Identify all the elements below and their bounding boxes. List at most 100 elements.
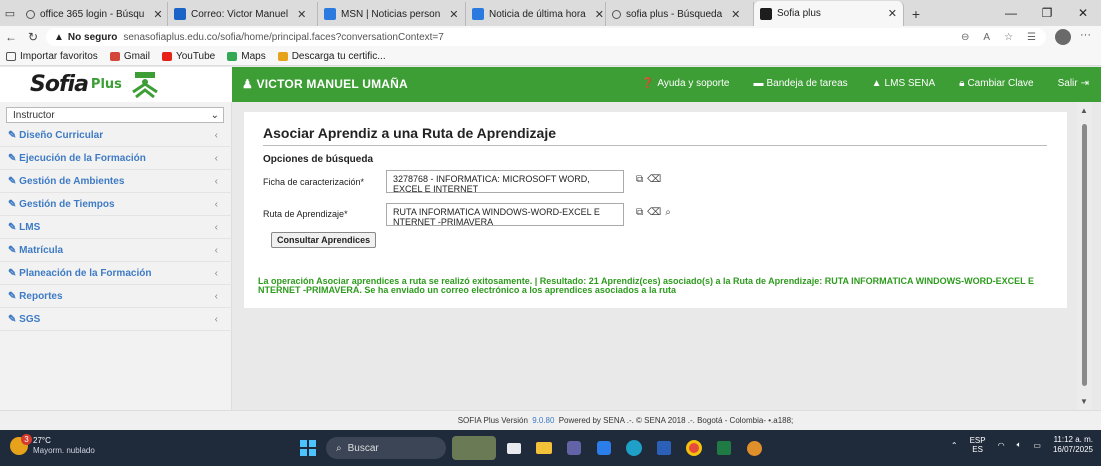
ficha-field[interactable]: 3278768 - INFORMATICA: MICROSOFT WORD, E…: [386, 170, 624, 194]
close-icon[interactable]: ✕: [595, 8, 604, 21]
edit-icon: ✎: [8, 152, 17, 164]
task-view-icon[interactable]: [502, 436, 526, 460]
back-icon[interactable]: ←: [0, 26, 22, 48]
ruta-field[interactable]: RUTA INFORMATICA WINDOWS-WORD-EXCEL E NT…: [386, 203, 624, 227]
weather-widget[interactable]: 3 27°C Mayorm. nublado: [10, 434, 95, 456]
notification-badge: 3: [21, 434, 32, 445]
profile-avatar[interactable]: [1055, 29, 1071, 45]
sidebar-item-matricula[interactable]: ✎ Matrícula ‹: [0, 239, 232, 262]
close-icon[interactable]: ✕: [731, 8, 740, 21]
sidebar-item-planeacion[interactable]: ✎ Planeación de la Formación ‹: [0, 262, 232, 285]
scroll-down-icon[interactable]: ▼: [1080, 397, 1088, 406]
edit-icon: ✎: [8, 221, 17, 233]
clear-icon[interactable]: ⌫: [647, 174, 661, 185]
sidebar-item-ejecucion[interactable]: ✎ Ejecución de la Formación ‹: [0, 147, 232, 170]
bookmark-youtube[interactable]: YouTube: [161, 51, 215, 62]
change-password-link[interactable]: 🔒︎ Cambiar Clave: [959, 78, 1033, 89]
select-icon[interactable]: ⧉: [636, 207, 643, 218]
chevron-left-icon: ‹: [214, 129, 218, 141]
sidebar-item-sgs[interactable]: ✎ SGS ‹: [0, 308, 232, 331]
select-icon[interactable]: ⧉: [636, 174, 643, 185]
more-options-icon[interactable]: ···: [1080, 29, 1091, 41]
site-header: Sofia Plus ♟ VICTOR MANUEL UMAÑA ❓ Ayuda …: [0, 67, 1101, 102]
windows-start-icon[interactable]: [296, 436, 320, 460]
widgets-icon[interactable]: [452, 436, 496, 460]
close-window-icon[interactable]: ✕: [1065, 0, 1101, 26]
page-scrollbar[interactable]: ▲ ▼: [1077, 102, 1092, 410]
taskbar-search[interactable]: ⌕ Buscar: [326, 437, 446, 459]
help-link[interactable]: ❓ Ayuda y soporte: [642, 78, 730, 89]
browser-tab[interactable]: Correo: Victor Manuel ✕: [168, 2, 318, 26]
sidebar-item-diseno-curricular[interactable]: ✎ Diseño Curricular ‹: [0, 124, 232, 147]
favorites-list-icon[interactable]: ☰: [1027, 32, 1036, 43]
help-icon: ❓: [641, 78, 655, 89]
youtube-icon: [161, 52, 172, 61]
teams-icon[interactable]: [562, 436, 586, 460]
zoom-icon[interactable]: ⊖: [961, 32, 969, 43]
battery-icon[interactable]: ▭: [1033, 441, 1041, 450]
restore-icon[interactable]: ❐: [1029, 0, 1065, 26]
address-bar: ← ↻ ▲ No seguro senasofiaplus.edu.co/sof…: [0, 26, 1101, 48]
excel-icon[interactable]: [712, 436, 736, 460]
browser-tab[interactable]: Noticia de última hora ✕: [466, 2, 606, 26]
bookmark-certificate[interactable]: Descarga tu certific...: [277, 51, 386, 62]
graduation-icon: ▲: [871, 78, 882, 89]
edge-icon[interactable]: [622, 436, 646, 460]
role-select[interactable]: Instructor ⌄: [6, 107, 224, 123]
close-icon[interactable]: ✕: [888, 7, 897, 20]
page-title: Asociar Aprendiz a una Ruta de Aprendiza…: [263, 125, 557, 141]
scroll-thumb[interactable]: [1082, 124, 1087, 386]
search-icon: ⌕: [336, 442, 342, 454]
browser-tab[interactable]: office 365 login - Búsqu ✕: [20, 2, 168, 26]
scroll-up-icon[interactable]: ▲: [1080, 106, 1088, 115]
tab-actions-icon[interactable]: ▭: [0, 0, 20, 26]
bookmark-import[interactable]: Importar favoritos: [6, 51, 98, 62]
import-icon: [6, 52, 16, 61]
minimize-icon[interactable]: —: [993, 0, 1029, 26]
wifi-icon[interactable]: ◠: [998, 441, 1005, 450]
sidebar-item-reportes[interactable]: ✎ Reportes ‹: [0, 285, 232, 308]
bookmark-maps[interactable]: Maps: [227, 51, 266, 62]
search-icon[interactable]: ⌕: [665, 207, 671, 218]
chrome-icon[interactable]: [682, 436, 706, 460]
file-explorer-icon[interactable]: [532, 436, 556, 460]
clock[interactable]: 11:12 a. m. 16/07/2025: [1053, 435, 1093, 455]
sofia-plus-logo[interactable]: Sofia Plus: [0, 67, 232, 102]
close-icon[interactable]: ✕: [297, 8, 306, 21]
sidebar-item-tiempos[interactable]: ✎ Gestión de Tiempos ‹: [0, 193, 232, 216]
consult-learners-button[interactable]: Consultar Aprendices: [271, 232, 377, 248]
title-divider: [263, 145, 1047, 146]
tasks-link[interactable]: ▬ Bandeja de tareas: [753, 78, 847, 89]
chevron-left-icon: ‹: [214, 313, 218, 325]
browser-tab[interactable]: MSN | Noticias person ✕: [318, 2, 466, 26]
edit-icon: ✎: [8, 267, 17, 279]
bookmark-gmail[interactable]: Gmail: [109, 51, 150, 62]
url-field[interactable]: ▲ No seguro senasofiaplus.edu.co/sofia/h…: [46, 28, 1046, 46]
close-icon[interactable]: ✕: [449, 8, 458, 21]
word-icon[interactable]: [652, 436, 676, 460]
edit-icon: ✎: [8, 175, 17, 187]
weather-sun-icon: 3: [10, 434, 32, 455]
form-panel: Asociar Aprendiz a una Ruta de Aprendiza…: [244, 112, 1067, 308]
favorite-icon[interactable]: ☆: [1004, 32, 1013, 43]
store-icon[interactable]: [592, 436, 616, 460]
version-link[interactable]: 9.0.80: [532, 416, 554, 425]
msn-icon: [324, 8, 336, 20]
app-icon[interactable]: [742, 436, 766, 460]
clear-icon[interactable]: ⌫: [647, 207, 661, 218]
read-aloud-icon[interactable]: A: [983, 32, 990, 43]
close-icon[interactable]: ✕: [153, 8, 162, 21]
browser-tab[interactable]: sofia plus - Búsqueda ✕: [606, 2, 754, 26]
browser-tab-active[interactable]: Sofia plus ✕: [754, 1, 904, 26]
language-indicator[interactable]: ESP ES: [970, 436, 986, 454]
volume-icon[interactable]: 🔈︎: [1017, 440, 1022, 450]
sidebar-item-lms[interactable]: ✎ LMS ‹: [0, 216, 232, 239]
sofia-plus-favicon-icon: [760, 7, 772, 20]
logout-link[interactable]: Salir ⇥: [1058, 78, 1089, 89]
new-tab-icon[interactable]: +: [904, 2, 928, 26]
chevron-up-icon[interactable]: ⌃: [951, 441, 958, 450]
reload-icon[interactable]: ↻: [22, 26, 44, 48]
taskbar: 3 27°C Mayorm. nublado ⌕ Buscar ⌃ ESP ES ◠…: [0, 430, 1101, 466]
lms-sena-link[interactable]: ▲ LMS SENA: [872, 78, 935, 89]
sidebar-item-ambientes[interactable]: ✎ Gestión de Ambientes ‹: [0, 170, 232, 193]
